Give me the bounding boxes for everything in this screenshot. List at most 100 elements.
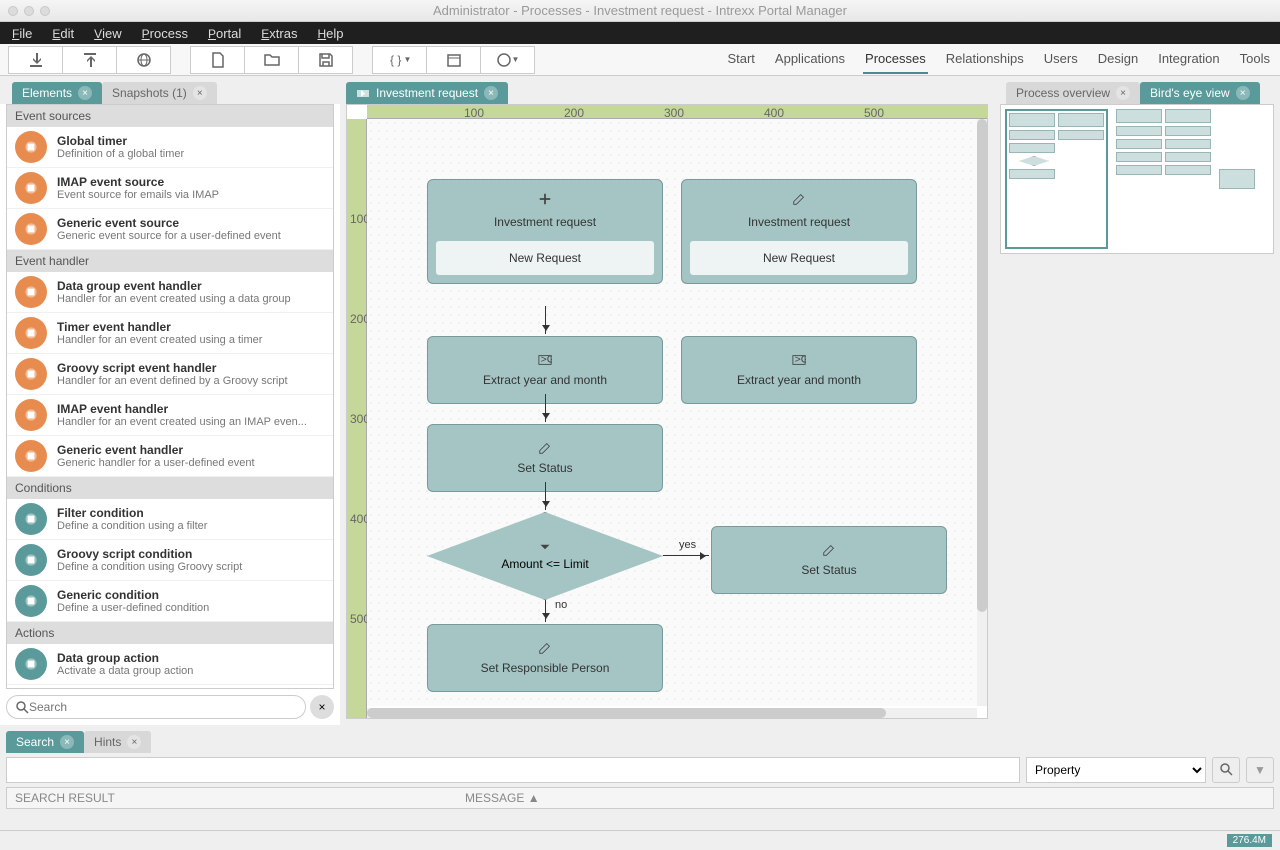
right-pane: Process overview× Bird's eye view×: [994, 76, 1280, 725]
close-icon[interactable]: ×: [193, 86, 207, 100]
tab-search[interactable]: Search×: [6, 731, 84, 753]
scrollbar-horizontal[interactable]: [367, 708, 977, 718]
module-start[interactable]: Start: [725, 45, 756, 74]
col-message[interactable]: MESSAGE ▲: [457, 788, 548, 808]
collapse-button[interactable]: ▼: [1246, 757, 1274, 783]
arrow: [545, 394, 546, 422]
module-integration[interactable]: Integration: [1156, 45, 1221, 74]
element-icon: [15, 358, 47, 390]
module-nav: Start Applications Processes Relationshi…: [725, 45, 1272, 74]
svg-text:>G: >G: [541, 354, 552, 366]
new-file-button[interactable]: [190, 46, 245, 74]
groovy-icon: >G: [538, 353, 552, 367]
element-desc: Handler for an event defined by a Groovy…: [57, 375, 325, 387]
node-start-2[interactable]: Investment request New Request: [681, 179, 917, 284]
menubar: File Edit View Process Portal Extras Hel…: [0, 22, 1280, 44]
module-processes[interactable]: Processes: [863, 45, 928, 74]
close-icon[interactable]: ×: [1116, 86, 1130, 100]
search-type-select[interactable]: Property: [1026, 757, 1206, 783]
menu-edit[interactable]: Edit: [52, 26, 74, 41]
braces-button[interactable]: { }▼: [372, 46, 427, 74]
ruler-horizontal: 100200300400500: [367, 105, 987, 119]
window-title: Administrator - Processes - Investment r…: [0, 3, 1280, 18]
element-icon: [15, 585, 47, 617]
memory-indicator[interactable]: 276.4M: [1227, 834, 1272, 847]
element-icon: [15, 276, 47, 308]
tab-hints[interactable]: Hints×: [84, 731, 151, 753]
element-icon: [15, 172, 47, 204]
clear-search-button[interactable]: ×: [310, 695, 334, 719]
arrow: [545, 306, 546, 334]
module-applications[interactable]: Applications: [773, 45, 847, 74]
close-icon[interactable]: ×: [484, 86, 498, 100]
menu-extras[interactable]: Extras: [261, 26, 297, 41]
element-title: Global timer: [57, 134, 325, 148]
element-item[interactable]: Data group actionActivate a data group a…: [7, 644, 333, 685]
node-condition[interactable]: Amount <= Limit: [427, 512, 663, 600]
menu-view[interactable]: View: [94, 26, 122, 41]
language-button[interactable]: ▼: [480, 46, 535, 74]
close-icon[interactable]: ×: [127, 735, 141, 749]
element-icon: [15, 213, 47, 245]
tab-elements[interactable]: Elements×: [12, 82, 102, 104]
category-header: Event handler: [7, 250, 333, 272]
element-item[interactable]: Groovy script conditionDefine a conditio…: [7, 540, 333, 581]
node-setstatus-2[interactable]: Set Status: [711, 526, 947, 594]
element-item[interactable]: Global timerDefinition of a global timer: [7, 127, 333, 168]
menu-portal[interactable]: Portal: [208, 26, 241, 41]
col-search-result[interactable]: SEARCH RESULT: [7, 788, 457, 808]
element-item[interactable]: Timer event handlerHandler for an event …: [7, 313, 333, 354]
search-icon: [15, 700, 29, 714]
close-icon[interactable]: ×: [60, 735, 74, 749]
export-button[interactable]: [62, 46, 117, 74]
search-input[interactable]: [6, 695, 306, 719]
element-item[interactable]: Filter conditionDefine a condition using…: [7, 499, 333, 540]
globe-button[interactable]: [116, 46, 171, 74]
module-design[interactable]: Design: [1096, 45, 1140, 74]
element-item[interactable]: Groovy script event handlerHandler for a…: [7, 354, 333, 395]
import-button[interactable]: [8, 46, 63, 74]
calendar-button[interactable]: [426, 46, 481, 74]
element-desc: Event source for emails via IMAP: [57, 189, 325, 201]
canvas[interactable]: 100200300400500 100200300400500 Investme…: [346, 104, 988, 719]
module-relationships[interactable]: Relationships: [944, 45, 1026, 74]
element-item[interactable]: Generic conditionDefine a user-defined c…: [7, 581, 333, 622]
module-users[interactable]: Users: [1042, 45, 1080, 74]
tab-process-overview[interactable]: Process overview×: [1006, 82, 1140, 104]
element-item[interactable]: IMAP event handlerHandler for an event c…: [7, 395, 333, 436]
element-list[interactable]: Event sourcesGlobal timerDefinition of a…: [6, 104, 334, 689]
titlebar: Administrator - Processes - Investment r…: [0, 0, 1280, 22]
tab-investment-request[interactable]: Investment request×: [346, 82, 508, 104]
close-icon[interactable]: ×: [78, 86, 92, 100]
category-header: Actions: [7, 622, 333, 644]
menu-process[interactable]: Process: [142, 26, 188, 41]
module-tools[interactable]: Tools: [1238, 45, 1272, 74]
node-extract-2[interactable]: >G Extract year and month: [681, 336, 917, 404]
menu-help[interactable]: Help: [317, 26, 343, 41]
tab-snapshots[interactable]: Snapshots (1)×: [102, 82, 217, 104]
ruler-vertical: 100200300400500: [347, 119, 367, 718]
statusbar: 276.4M: [0, 830, 1280, 850]
element-item[interactable]: Generic event handlerGeneric handler for…: [7, 436, 333, 477]
node-start-1[interactable]: Investment request New Request: [427, 179, 663, 284]
birds-eye-view[interactable]: [1000, 104, 1274, 254]
element-icon: [15, 440, 47, 472]
element-desc: Handler for an event created using an IM…: [57, 416, 325, 428]
element-item[interactable]: IMAP event sourceEvent source for emails…: [7, 168, 333, 209]
element-desc: Define a condition using Groovy script: [57, 561, 325, 573]
close-icon[interactable]: ×: [1236, 86, 1250, 100]
category-header: Event sources: [7, 105, 333, 127]
left-pane: Elements× Snapshots (1)× Event sourcesGl…: [0, 76, 340, 725]
tab-birds-eye[interactable]: Bird's eye view×: [1140, 82, 1260, 104]
open-button[interactable]: [244, 46, 299, 74]
element-title: IMAP event handler: [57, 402, 325, 416]
scrollbar-vertical[interactable]: [977, 119, 987, 706]
arrow: [545, 482, 546, 510]
element-item[interactable]: Generic event sourceGeneric event source…: [7, 209, 333, 250]
search-field[interactable]: [6, 757, 1020, 783]
node-responsible[interactable]: Set Responsible Person: [427, 624, 663, 692]
menu-file[interactable]: File: [12, 26, 32, 41]
search-button[interactable]: [1212, 757, 1240, 783]
save-button[interactable]: [298, 46, 353, 74]
element-item[interactable]: Data group event handlerHandler for an e…: [7, 272, 333, 313]
